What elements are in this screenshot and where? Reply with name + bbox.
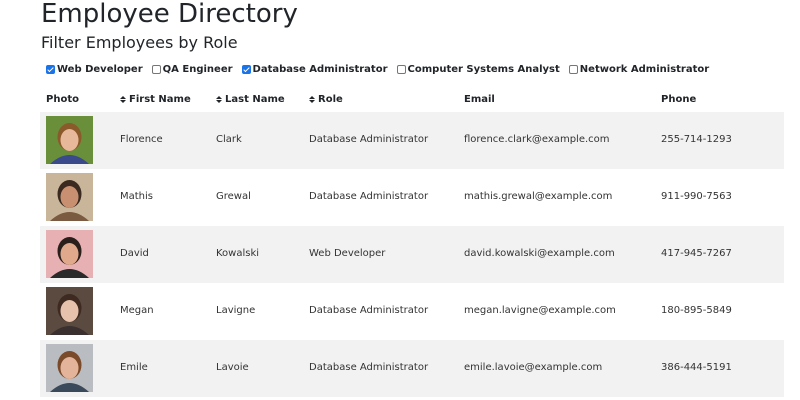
page-title: Employee Directory [41,0,298,29]
filter-label: QA Engineer [162,63,233,75]
filter-qa-engineer[interactable]: QA Engineer [151,63,233,75]
table-row: David Kowalski Web Developer david.kowalski… [40,226,784,283]
filter-label: Database Administrator [252,63,388,75]
phone-cell: 386-444-5191 [661,362,732,373]
filter-checkbox[interactable] [46,64,55,74]
table-body: Florence Clark Database Administrator flore… [40,112,784,397]
table-row: Florence Clark Database Administrator flore… [40,112,784,169]
table-row: Emile Lavoie Database Administrator emile.l… [40,340,784,397]
role-cell: Database Administrator [309,191,429,202]
last-name-cell: Kowalski [216,248,260,259]
first-name-cell: Mathis [120,191,154,202]
filter-checkbox[interactable] [568,64,578,74]
role-filter-group: Web Developer QA Engineer Database Adminis… [46,62,718,76]
first-name-cell: David [120,248,149,259]
email-cell: megan.lavigne@example.com [464,305,616,316]
header-email-label: Email [464,94,495,105]
filter-checkbox[interactable] [241,64,251,74]
page-subtitle: Filter Employees by Role [41,33,238,52]
filter-label: Web Developer [57,63,143,75]
employee-table: Photo First Name Last Name Role Email Ph… [40,90,784,397]
filter-database-administrator[interactable]: Database Administrator [241,63,388,75]
email-cell: mathis.grewal@example.com [464,191,613,202]
sort-icon [309,95,315,103]
header-last-name[interactable]: Last Name [216,94,285,105]
filter-computer-systems-analyst[interactable]: Computer Systems Analyst [396,63,560,75]
filter-label: Network Administrator [579,63,710,75]
employee-photo [46,230,93,278]
phone-cell: 911-990-7563 [661,191,732,202]
filter-checkbox[interactable] [396,64,406,74]
filter-network-administrator[interactable]: Network Administrator [568,63,710,75]
first-name-cell: Florence [120,134,163,145]
employee-photo [46,116,93,164]
phone-cell: 255-714-1293 [661,134,732,145]
header-photo: Photo [46,94,79,105]
role-cell: Database Administrator [309,134,429,145]
sort-icon [120,95,126,103]
filter-web-developer[interactable]: Web Developer [46,64,143,75]
header-last-name-label: Last Name [225,94,285,105]
table-header: Photo First Name Last Name Role Email Ph… [40,90,784,112]
employee-photo [46,173,93,221]
role-cell: Database Administrator [309,362,429,373]
filter-label: Computer Systems Analyst [407,63,560,75]
last-name-cell: Clark [216,134,242,145]
table-row: Mathis Grewal Database Administrator mathis… [40,169,784,226]
header-first-name[interactable]: First Name [120,94,191,105]
phone-cell: 180-895-5849 [661,305,732,316]
first-name-cell: Megan [120,305,154,316]
header-first-name-label: First Name [129,94,191,105]
email-cell: florence.clark@example.com [464,134,610,145]
email-cell: david.kowalski@example.com [464,248,615,259]
filter-checkbox[interactable] [151,64,161,74]
header-phone: Phone [661,94,696,105]
email-cell: emile.lavoie@example.com [464,362,603,373]
role-cell: Database Administrator [309,305,429,316]
last-name-cell: Lavoie [216,362,249,373]
header-role[interactable]: Role [309,94,343,105]
header-email: Email [464,94,495,105]
first-name-cell: Emile [120,362,148,373]
last-name-cell: Lavigne [216,305,256,316]
last-name-cell: Grewal [216,191,251,202]
phone-cell: 417-945-7267 [661,248,732,259]
table-row: Megan Lavigne Database Administrator megan.… [40,283,784,340]
sort-icon [216,95,222,103]
header-role-label: Role [318,94,343,105]
employee-photo [46,287,93,335]
header-photo-label: Photo [46,94,79,105]
employee-photo [46,344,93,392]
role-cell: Web Developer [309,248,386,259]
header-phone-label: Phone [661,94,697,105]
